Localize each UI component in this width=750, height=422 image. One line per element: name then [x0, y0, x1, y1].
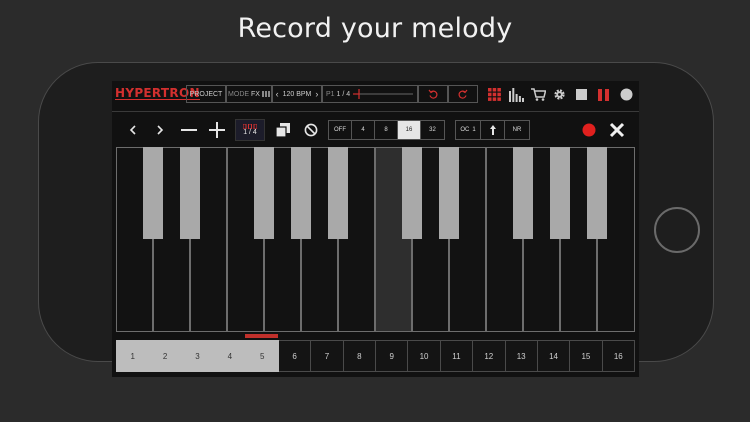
- black-key[interactable]: [254, 147, 274, 239]
- record-button[interactable]: [581, 119, 597, 141]
- bars-icon: [508, 87, 524, 102]
- quantize-selector[interactable]: OFF 4 8 16 32: [328, 120, 445, 140]
- plus-icon: [209, 122, 225, 138]
- gear-icon: [554, 89, 565, 100]
- step-7[interactable]: 7: [311, 340, 344, 372]
- remove-button[interactable]: [179, 119, 199, 141]
- step-15[interactable]: 15: [570, 340, 603, 372]
- chevron-right-icon: [157, 125, 164, 135]
- circle-button[interactable]: [619, 86, 633, 103]
- quantize-8[interactable]: 8: [375, 121, 398, 139]
- step-1[interactable]: 1: [116, 340, 150, 372]
- pause-button[interactable]: [597, 86, 609, 103]
- black-key[interactable]: [402, 147, 422, 239]
- top-bar: HYPERTRON PROJECT MODE FX ‹ 120 BPM › P1…: [112, 81, 639, 108]
- next-button[interactable]: [153, 119, 167, 141]
- page-counter-value: 1 / 4: [243, 129, 257, 136]
- project-label: PROJECT: [189, 90, 223, 98]
- step-12[interactable]: 12: [473, 340, 506, 372]
- home-button[interactable]: [654, 207, 700, 253]
- prev-button[interactable]: [126, 119, 140, 141]
- settings-button[interactable]: [552, 86, 567, 103]
- pattern-position-value: 1 / 4: [336, 90, 351, 98]
- mode-selector[interactable]: MODE FX: [226, 85, 272, 103]
- step-9[interactable]: 9: [376, 340, 409, 372]
- quantize-16[interactable]: 16: [398, 121, 421, 139]
- step-3[interactable]: 3: [181, 340, 215, 372]
- stop-icon: [575, 89, 587, 100]
- project-button[interactable]: PROJECT: [186, 85, 226, 103]
- black-key[interactable]: [439, 147, 459, 239]
- octave-label: OC: [460, 127, 470, 133]
- octave-value: 1: [472, 127, 476, 133]
- octave-display[interactable]: OC 1: [456, 121, 481, 139]
- grid-icon: [487, 88, 501, 101]
- step-6[interactable]: 6: [278, 340, 312, 372]
- redo-icon: [458, 89, 468, 99]
- stop-button[interactable]: [575, 86, 587, 103]
- minus-icon: [181, 129, 197, 131]
- step-2[interactable]: 2: [149, 340, 182, 372]
- divider: [112, 111, 639, 112]
- pattern-position[interactable]: P1 1 / 4: [322, 85, 418, 103]
- app-screen: HYPERTRON PROJECT MODE FX ‹ 120 BPM › P1…: [112, 81, 639, 377]
- undo-icon: [428, 89, 438, 99]
- headline: Record your melody: [237, 13, 513, 44]
- bpm-control[interactable]: ‹ 120 BPM ›: [272, 85, 322, 103]
- octave-up-button[interactable]: [481, 121, 505, 139]
- quantize-32[interactable]: 32: [421, 121, 444, 139]
- playhead-indicator: [245, 334, 278, 338]
- quantize-4[interactable]: 4: [352, 121, 375, 139]
- note-repeat-button[interactable]: NR: [505, 121, 529, 139]
- step-11[interactable]: 11: [440, 340, 474, 372]
- chevron-right-icon[interactable]: ›: [315, 89, 318, 99]
- piano-keyboard[interactable]: [116, 147, 635, 332]
- store-button[interactable]: [530, 86, 546, 103]
- step-16[interactable]: 16: [602, 340, 635, 372]
- pause-icon: [597, 88, 609, 101]
- cart-icon: [530, 88, 546, 101]
- mode-value: FX: [251, 90, 260, 98]
- black-key[interactable]: [513, 147, 533, 239]
- black-key[interactable]: [587, 147, 607, 239]
- copy-button[interactable]: [275, 119, 291, 141]
- mixer-button[interactable]: [508, 86, 524, 103]
- add-button[interactable]: [207, 119, 227, 141]
- black-key[interactable]: [328, 147, 348, 239]
- black-key[interactable]: [143, 147, 163, 239]
- arrow-up-icon: [489, 125, 496, 135]
- undo-button[interactable]: [418, 85, 448, 103]
- grid-view-button[interactable]: [487, 86, 501, 103]
- pattern-label: P1: [326, 90, 335, 98]
- black-key[interactable]: [550, 147, 570, 239]
- redo-button[interactable]: [448, 85, 478, 103]
- copy-icon: [276, 123, 290, 137]
- close-icon: [609, 122, 625, 138]
- close-button[interactable]: [608, 119, 626, 141]
- page-counter[interactable]: 1 / 4: [235, 119, 265, 141]
- step-5[interactable]: 5: [246, 340, 279, 372]
- record-icon: [582, 123, 596, 137]
- step-13[interactable]: 13: [505, 340, 538, 372]
- step-14[interactable]: 14: [537, 340, 571, 372]
- timeline-slider[interactable]: [353, 88, 414, 100]
- mode-label: MODE: [228, 90, 250, 98]
- black-key[interactable]: [291, 147, 311, 239]
- quantize-off[interactable]: OFF: [329, 121, 352, 139]
- circle-icon: [620, 88, 632, 101]
- grid-small-icon: [261, 91, 270, 97]
- black-key[interactable]: [180, 147, 200, 239]
- prohibited-icon: [304, 123, 318, 137]
- step-4[interactable]: 4: [214, 340, 247, 372]
- bpm-value: 120 BPM: [282, 90, 312, 98]
- octave-controls: OC 1 NR: [455, 120, 530, 140]
- clear-button[interactable]: [303, 119, 319, 141]
- chevron-left-icon[interactable]: ‹: [276, 89, 279, 99]
- chevron-left-icon: [129, 125, 136, 135]
- step-8[interactable]: 8: [343, 340, 376, 372]
- step-sequencer: 1 2 3 4 5 6 7 8 9 10 11 12 13 14 15 16: [116, 340, 635, 372]
- step-10[interactable]: 10: [408, 340, 441, 372]
